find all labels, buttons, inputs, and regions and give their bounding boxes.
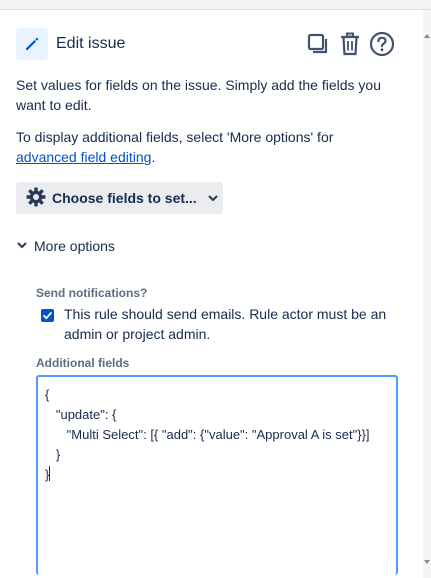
additional-fields-editor[interactable]: { "update": { "Multi Select": [{ "add": …: [36, 375, 398, 575]
trash-icon[interactable]: [336, 30, 364, 58]
copy-icon[interactable]: [304, 30, 332, 58]
intro-text: Set values for fields on the issue. Simp…: [16, 77, 381, 113]
chevron-down-icon: [207, 192, 219, 204]
send-notifications-checkbox[interactable]: [41, 309, 54, 322]
send-notifications-text: This rule should send emails. Rule actor…: [64, 306, 387, 342]
help-icon[interactable]: [368, 30, 396, 58]
scroll-up-arrow-icon[interactable]: [424, 34, 430, 38]
choose-fields-button[interactable]: Choose fields to set...: [16, 182, 223, 214]
advanced-field-editing-link[interactable]: advanced field editing: [16, 149, 151, 165]
scroll-down-arrow-icon[interactable]: [424, 560, 430, 564]
advanced-editing-text: To display additional fields, select 'Mo…: [16, 127, 396, 167]
additional-fields-value: { "update": { "Multi Select": [{ "add": …: [45, 387, 370, 482]
more-options-toggle[interactable]: More options: [16, 236, 115, 256]
page-title: Edit issue: [56, 35, 126, 52]
gear-icon: [26, 187, 46, 210]
pencil-icon: [16, 28, 48, 60]
more-options-label: More options: [34, 238, 115, 254]
additional-fields-label: Additional fields: [36, 356, 130, 370]
advanced-editing-suffix: .: [151, 149, 156, 165]
advanced-editing-prefix: To display additional fields, select 'Mo…: [16, 129, 334, 145]
panel-header: Edit issue: [16, 28, 416, 60]
text-caret: [49, 466, 51, 481]
send-notifications-label: Send notifications?: [36, 286, 148, 300]
scrollbar[interactable]: [423, 10, 431, 578]
chevron-down-icon: [16, 238, 28, 254]
top-border: [0, 0, 431, 10]
choose-fields-label: Choose fields to set...: [52, 190, 197, 206]
checkmark-icon: [43, 312, 52, 320]
